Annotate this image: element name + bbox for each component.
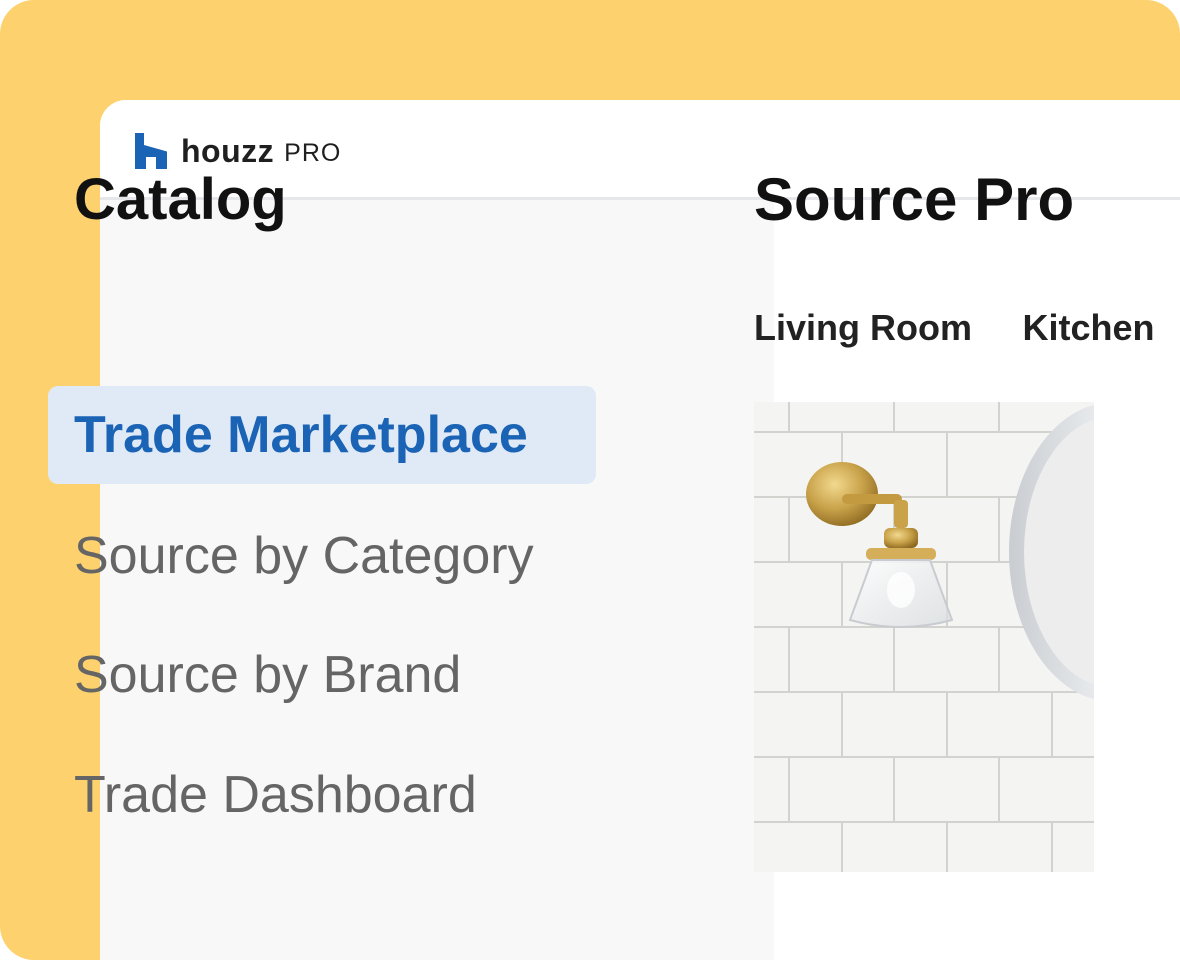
bathroom-tile-image [754, 402, 1094, 872]
tab-kitchen[interactable]: Kitchen [1022, 300, 1154, 356]
sidebar-item-source-by-category[interactable]: Source by Category [48, 507, 596, 605]
sidebar-item-trade-dashboard[interactable]: Trade Dashboard [48, 746, 596, 844]
room-tabs: Living Room Kitchen [754, 300, 1180, 356]
sidebar-item-trade-marketplace[interactable]: Trade Marketplace [48, 386, 596, 484]
sidebar-title: Catalog [74, 167, 287, 232]
brand-suffix: PRO [284, 139, 342, 167]
sidebar-item-source-by-brand[interactable]: Source by Brand [48, 626, 596, 724]
houzz-logo-icon [135, 133, 167, 169]
bathroom-product-photo[interactable] [754, 402, 1094, 872]
tab-living-room[interactable]: Living Room [754, 300, 972, 356]
page-title: Source Pro [754, 166, 1075, 233]
